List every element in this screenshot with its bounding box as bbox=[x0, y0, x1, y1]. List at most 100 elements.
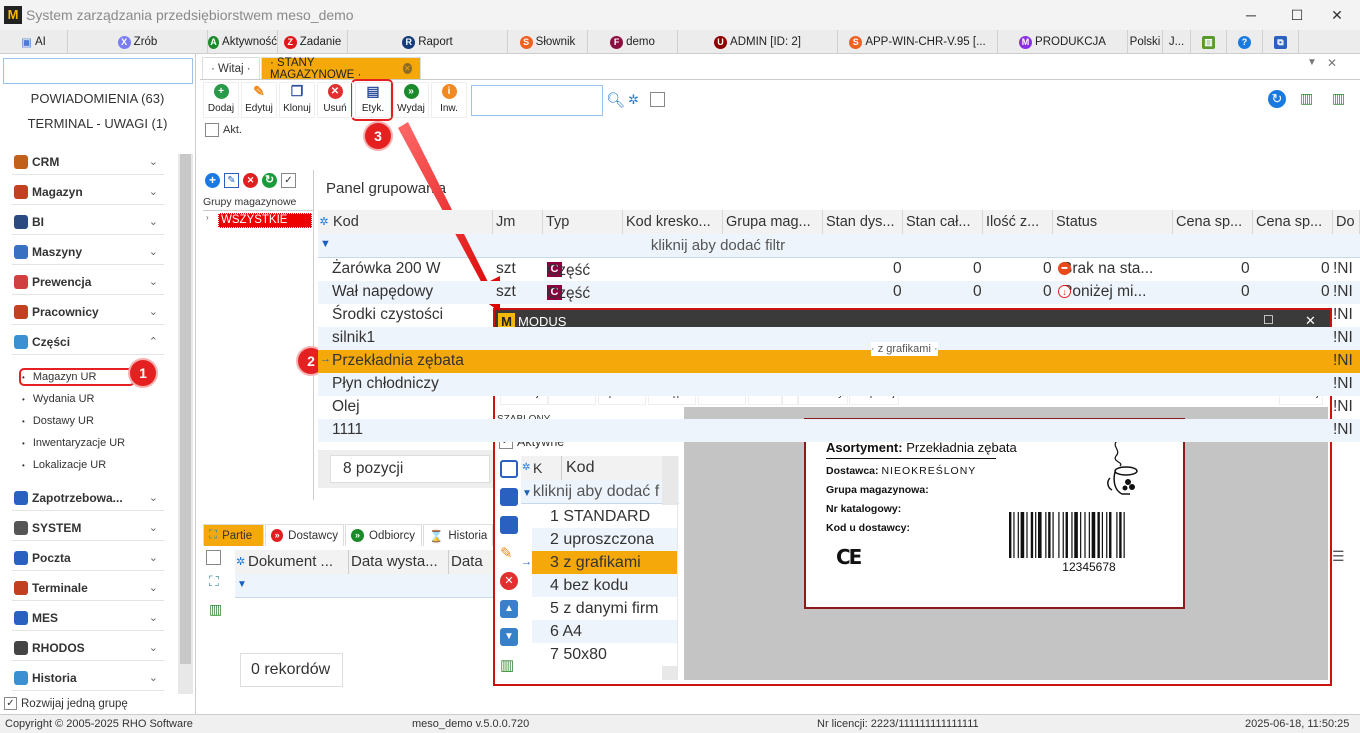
close-button[interactable]: ✕ bbox=[1314, 0, 1360, 30]
refresh-groups-icon[interactable]: ↻ bbox=[262, 173, 277, 188]
subnav-item[interactable]: Lokalizacje UR bbox=[22, 459, 106, 471]
search-icon[interactable]: 🔍︎ bbox=[606, 91, 625, 109]
template-row[interactable]: 3 z grafikami bbox=[532, 551, 677, 574]
column-header[interactable]: Grupa mag... bbox=[723, 210, 823, 234]
filter-row[interactable]: ▼ kliknij aby dodać filtr bbox=[318, 234, 1360, 258]
column-header[interactable]: Data wysta... bbox=[348, 550, 438, 574]
nav-maszyny[interactable]: Maszyny ⌄ bbox=[12, 239, 164, 265]
akt-checkbox[interactable]: Akt. bbox=[205, 123, 242, 137]
nav-pracownicy[interactable]: Pracownicy ⌄ bbox=[12, 299, 164, 325]
add-column-icon-2[interactable]: ▥ bbox=[1332, 90, 1350, 108]
usuń-button[interactable]: ✕ Usuń bbox=[317, 82, 353, 118]
column-header[interactable]: Cena sp... bbox=[1173, 210, 1253, 234]
inw-button[interactable]: i Inw. bbox=[431, 82, 467, 118]
nav-prewencja[interactable]: Prewencja ⌄ bbox=[12, 269, 164, 295]
nav-historia[interactable]: Historia ⌄ bbox=[12, 665, 164, 691]
nav-bi[interactable]: BI ⌄ bbox=[12, 209, 164, 235]
dodaj-button[interactable]: + Dodaj bbox=[203, 82, 239, 118]
expand-arrow-icon[interactable]: › bbox=[206, 213, 209, 222]
grid-menu-icon[interactable]: ☰ bbox=[1332, 548, 1345, 565]
bottom-checkbox[interactable] bbox=[206, 550, 221, 565]
etyk-button[interactable]: ▤ Etyk. bbox=[355, 82, 391, 118]
klonuj-button[interactable]: ❐ Klonuj bbox=[279, 82, 315, 118]
menu-item[interactable]: Fdemo bbox=[588, 30, 678, 54]
sidebar-scrollbar[interactable] bbox=[178, 154, 193, 694]
column-header[interactable]: Do bbox=[1333, 210, 1360, 234]
tab-historia[interactable]: ⌛ Historia bbox=[423, 524, 493, 546]
close-tab-icon[interactable]: ✕ bbox=[1327, 56, 1337, 70]
menu-item[interactable]: Polski bbox=[1128, 30, 1163, 54]
menu-item[interactable]: J... bbox=[1163, 30, 1191, 54]
edit-template-icon[interactable] bbox=[500, 460, 518, 478]
menu-item[interactable]: S APP-WIN-CHR-V.95 [... bbox=[838, 30, 998, 54]
subnav-item[interactable]: Dostawy UR bbox=[22, 415, 94, 427]
column-header[interactable]: Ilość z... bbox=[983, 210, 1053, 234]
delete-group-icon[interactable]: ✕ bbox=[243, 173, 258, 188]
tab-partie[interactable]: ⛶ Partie bbox=[203, 524, 264, 546]
column-header[interactable]: Status bbox=[1053, 210, 1173, 234]
table-row[interactable]: Środki czystości !NI bbox=[318, 304, 1360, 327]
nav-terminale[interactable]: Terminale ⌄ bbox=[12, 575, 164, 601]
template-row[interactable]: 4 bez kodu bbox=[532, 574, 677, 597]
menu-item[interactable]: M PRODUKCJA bbox=[998, 30, 1128, 54]
template-row[interactable]: 7 50x80 bbox=[532, 643, 677, 666]
column-header[interactable]: Cena sp... bbox=[1253, 210, 1333, 234]
nav-części[interactable]: Części ⌃ bbox=[12, 329, 164, 355]
settings-icon[interactable]: ✲ bbox=[628, 92, 639, 108]
nav-system[interactable]: SYSTEM ⌄ bbox=[12, 515, 164, 541]
column-chooser-icon[interactable]: ✲ bbox=[318, 210, 330, 234]
sidebar-search-input[interactable] bbox=[3, 58, 193, 84]
groups-checkbox[interactable]: ✓ bbox=[281, 173, 296, 188]
add-column-icon[interactable]: ▥ bbox=[500, 656, 518, 674]
column-header-k[interactable]: K bbox=[533, 456, 542, 480]
tab-dostawcy[interactable]: » Dostawcy bbox=[265, 524, 344, 546]
column-header-kod[interactable]: Kod bbox=[561, 456, 594, 480]
search-input[interactable] bbox=[471, 85, 603, 116]
column-header[interactable]: Typ bbox=[543, 210, 623, 234]
nav-mes[interactable]: MES ⌄ bbox=[12, 605, 164, 631]
column-header[interactable]: Jm bbox=[493, 210, 543, 234]
menu-item[interactable]: Z Zadanie bbox=[278, 30, 348, 54]
chart-button[interactable]: ▥ bbox=[1191, 30, 1227, 54]
add-group-icon[interactable]: + bbox=[205, 173, 220, 188]
add-column-icon[interactable]: ▥ bbox=[1300, 90, 1318, 108]
template-row[interactable]: 1 STANDARD bbox=[532, 505, 677, 528]
notifications-link[interactable]: POWIADOMIENIA (63) bbox=[0, 91, 195, 106]
column-header[interactable]: Stan dys... bbox=[823, 210, 903, 234]
template-row[interactable]: 5 z danymi firm bbox=[532, 597, 677, 620]
pencil-icon[interactable]: ✎ bbox=[500, 544, 518, 562]
column-chooser-icon[interactable]: ✲ bbox=[236, 550, 245, 574]
table-row[interactable]: silnik1 !NI bbox=[318, 327, 1360, 350]
search-option-checkbox[interactable] bbox=[650, 92, 665, 107]
menu-item[interactable]: U ADMIN [ID: 2] bbox=[678, 30, 838, 54]
edit-group-icon[interactable]: ✎ bbox=[224, 173, 239, 188]
table-row[interactable]: 1111 !NI bbox=[318, 419, 1360, 442]
batch-icon[interactable]: ⛶ bbox=[209, 573, 219, 590]
group-all[interactable]: WSZYSTKIE bbox=[218, 213, 312, 228]
tab-welcome[interactable]: · Witaj · bbox=[202, 57, 260, 79]
column-header[interactable]: Kod kresko... bbox=[623, 210, 723, 234]
nav-magazyn[interactable]: Magazyn ⌄ bbox=[12, 179, 164, 205]
table-row[interactable]: Żarówka 200 Wszt C Część 0 0 0 ━ Brak na sta...… bbox=[318, 258, 1360, 281]
table-row[interactable]: Olej !NI bbox=[318, 396, 1360, 419]
column-header[interactable]: Stan cał... bbox=[903, 210, 983, 234]
column-header[interactable]: Kod bbox=[330, 210, 493, 234]
tab-stock[interactable]: · STANY MAGAZYNOWE · ✕ bbox=[261, 57, 421, 81]
template-row[interactable]: 2 uproszczona bbox=[532, 528, 677, 551]
nav-rhodos[interactable]: RHODOS ⌄ bbox=[12, 635, 164, 661]
wydaj-button[interactable]: » Wydaj bbox=[393, 82, 429, 118]
subnav-item[interactable]: Inwentaryzacje UR bbox=[22, 437, 125, 449]
save-as-icon[interactable] bbox=[500, 488, 518, 506]
tab-odbiorcy[interactable]: » Odbiorcy bbox=[345, 524, 422, 546]
nav-zapotrzebowa[interactable]: Zapotrzebowa... ⌄ bbox=[12, 485, 164, 511]
templates-filter-row[interactable]: ▼kliknij aby dodać f bbox=[521, 480, 679, 504]
menu-item[interactable]: A Aktywność bbox=[208, 30, 278, 54]
tab-list-dropdown-icon[interactable]: ▼ bbox=[1307, 57, 1317, 68]
add-column-icon[interactable]: ▥ bbox=[209, 601, 222, 618]
nav-crm[interactable]: CRM ⌄ bbox=[12, 149, 164, 175]
menu-ai[interactable]: ▣ AI bbox=[0, 30, 68, 54]
subnav-item[interactable]: Wydania UR bbox=[22, 393, 95, 405]
menu-item[interactable]: S Słownik bbox=[508, 30, 588, 54]
expand-one-group-checkbox[interactable]: ✓ Rozwijaj jedną grupę bbox=[4, 697, 128, 710]
bottom-filter-row[interactable]: ▼ bbox=[235, 574, 493, 598]
